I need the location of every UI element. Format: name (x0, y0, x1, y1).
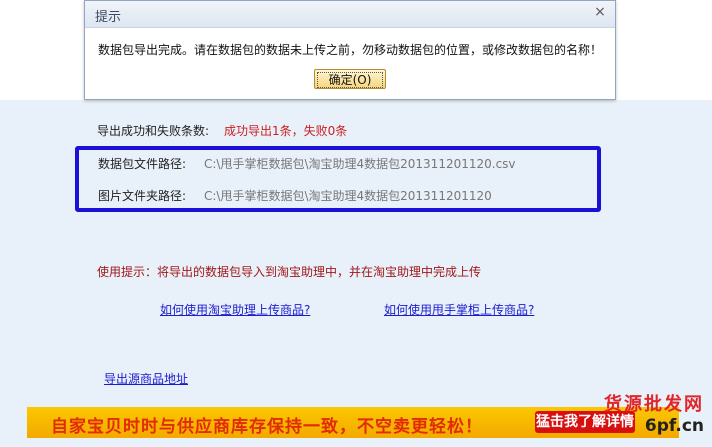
export-count-label: 导出成功和失败条数: (97, 124, 210, 138)
usage-hint: 使用提示：将导出的数据包导入到淘宝助理中，并在淘宝助理中完成上传 (97, 265, 482, 279)
dialog-title: 提示 (95, 10, 122, 25)
image-path-value: C:\甩手掌柜数据包\淘宝助理4数据包201311201120 (204, 189, 492, 203)
watermark-top: 货源批发网 (604, 394, 704, 415)
dialog-titlebar: 提示 × (85, 1, 615, 28)
notice-dialog: 提示 × 数据包导出完成。请在数据包的数据未上传之前，勿移动数据包的位置，或修改… (84, 0, 616, 100)
watermark-bottom: 6pf.cn (644, 416, 704, 436)
close-icon[interactable]: × (593, 5, 607, 19)
promo-banner[interactable]: 自家宝贝时时与供应商库存保持一致，不空卖更轻松！ 猛击我了解详情 (27, 407, 679, 438)
site-watermark: 货源批发网 6pf.cn (598, 390, 708, 442)
package-path-label: 数据包文件路径: (98, 157, 187, 171)
ok-button[interactable]: 确定(O) (314, 69, 386, 89)
image-path-label: 图片文件夹路径: (98, 189, 187, 203)
banner-text: 自家宝贝时时与供应商库存保持一致，不空卖更轻松！ (51, 417, 483, 437)
ok-button-label: 确定(O) (317, 72, 383, 88)
export-count-value: 成功导出1条，失败0条 (224, 124, 348, 138)
dialog-message: 数据包导出完成。请在数据包的数据未上传之前，勿移动数据包的位置，或修改数据包的名… (98, 43, 603, 57)
taobao-assistant-help-link[interactable]: 如何使用淘宝助理上传商品? (160, 301, 310, 318)
export-source-link[interactable]: 导出源商品地址 (104, 370, 188, 387)
package-path-value: C:\甩手掌柜数据包\淘宝助理4数据包201311201120.csv (204, 157, 516, 171)
shuaishou-help-link[interactable]: 如何使用甩手掌柜上传商品? (384, 301, 534, 318)
